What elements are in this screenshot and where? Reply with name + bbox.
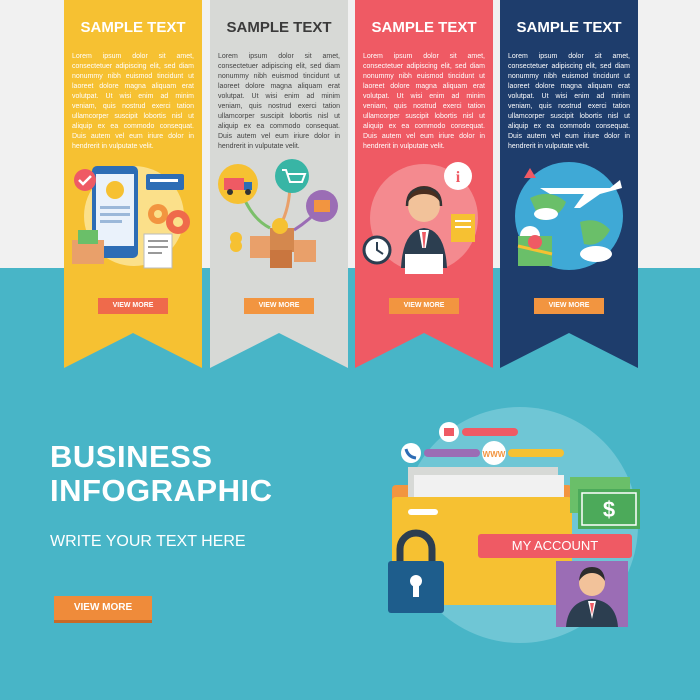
account-folder-icon: WWW $ [388,407,640,643]
hero-title-line1: BUSINESS [50,439,213,474]
hero-subtitle: WRITE YOUR TEXT HERE [50,533,246,550]
dollar-icon: $ [603,497,615,522]
web-label: WWW [483,450,506,459]
banner-body: Lorem ipsum dolor sit amet, consectetuer… [218,53,340,150]
travel-globe-icon [515,162,623,270]
hero-title: BUSINESS INFOGRAPHIC [50,440,273,508]
my-account-label[interactable]: MY ACCOUNT [478,534,632,558]
banner-body: Lorem ipsum dolor sit amet, consectetuer… [72,53,194,150]
banner-logistics: SAMPLE TEXT Lorem ipsum dolor sit amet, … [210,0,348,368]
svg-text:i: i [456,169,461,186]
banner-title: SAMPLE TEXT [371,19,477,36]
view-more-button[interactable]: VIEW MORE [244,298,314,314]
hero-title-line2: INFOGRAPHIC [50,473,273,508]
mobile-app-icon [72,166,190,269]
banner-title: SAMPLE TEXT [226,19,332,36]
banner-title: SAMPLE TEXT [80,19,186,36]
support-agent-icon: i [362,162,478,274]
banner-body: Lorem ipsum dolor sit amet, consectetuer… [363,53,485,150]
view-more-button[interactable]: VIEW MORE [534,298,604,314]
banner-travel: SAMPLE TEXT Lorem ipsum dolor sit amet, … [500,0,638,368]
banner-body: Lorem ipsum dolor sit amet, consectetuer… [508,53,630,150]
delivery-icon [218,159,338,268]
banner-mobile: SAMPLE TEXT Lorem ipsum dolor sit amet, … [64,0,202,368]
banner-support: SAMPLE TEXT Lorem ipsum dolor sit amet, … [355,0,493,368]
banner-title: SAMPLE TEXT [516,19,622,36]
view-more-button[interactable]: VIEW MORE [389,298,459,314]
view-more-button[interactable]: VIEW MORE [98,298,168,314]
hero-view-more-button[interactable]: VIEW MORE [54,596,152,623]
